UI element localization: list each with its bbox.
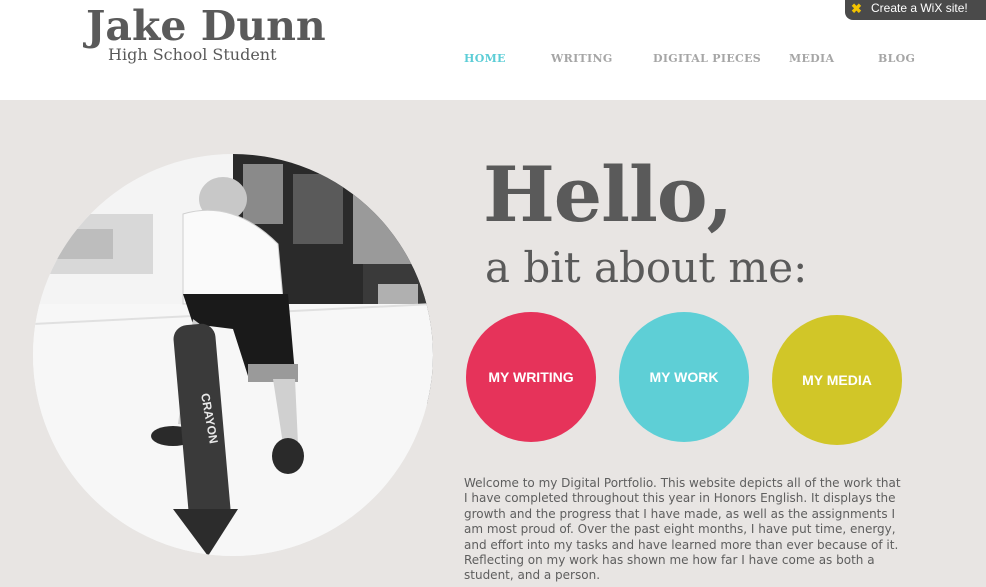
nav-item-digital-pieces[interactable]: DIGITAL PIECES [653,52,761,65]
my-work-button[interactable]: MY WORK [619,312,749,442]
nav-item-home[interactable]: HOME [464,52,506,65]
nav-item-writing[interactable]: WRITING [551,52,613,65]
site-title[interactable]: Jake Dunn [86,2,326,50]
wix-badge-label: Create a WiX site! [871,1,968,15]
my-writing-button[interactable]: MY WRITING [466,312,596,442]
hero-heading: Hello, [483,150,733,239]
profile-photo-illustration: CRAYON [33,154,433,556]
nav-item-blog[interactable]: BLOG [878,52,915,65]
profile-photo: CRAYON [33,154,433,556]
hero-subheading: a bit about me: [485,243,808,292]
site-header: Jake Dunn High School Student HOME WRITI… [0,0,986,100]
my-media-button[interactable]: MY MEDIA [772,315,902,445]
create-wix-site-badge[interactable]: ✖ Create a WiX site! [845,0,986,20]
main-nav: HOME WRITING DIGITAL PIECES MEDIA BLOG [0,52,986,68]
nav-item-media[interactable]: MEDIA [789,52,834,65]
intro-paragraph: Welcome to my Digital Portfolio. This we… [464,476,901,583]
wix-star-icon: ✖ [851,1,862,16]
